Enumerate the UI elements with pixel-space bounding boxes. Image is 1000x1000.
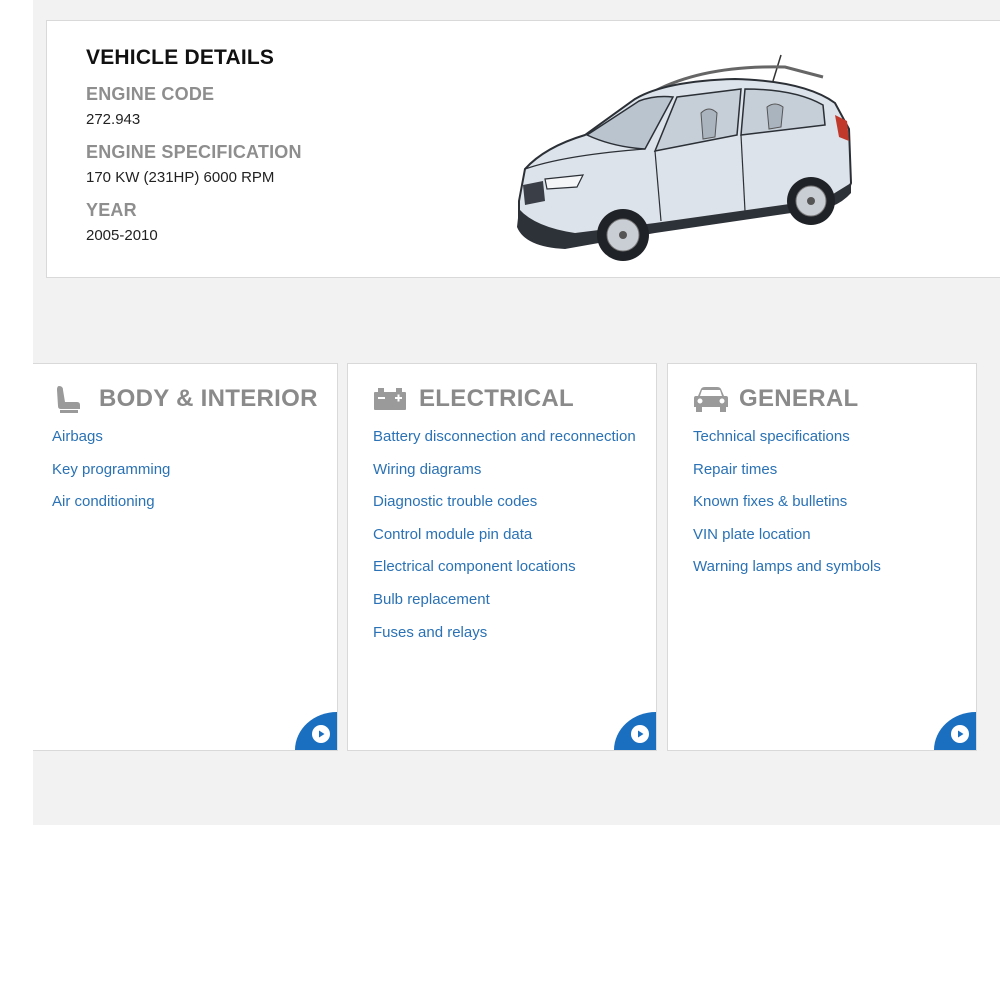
car-icon [693,384,729,414]
year-label: YEAR [86,200,137,220]
vehicle-illustration [517,54,853,261]
play-icon [312,725,330,743]
year-value: 2005-2010 [86,227,158,244]
link-list: Technical specifications Repair times Kn… [693,428,881,591]
link-wiring-diagrams[interactable]: Wiring diagrams [373,461,636,494]
link-fuses-and-relays[interactable]: Fuses and relays [373,624,636,657]
card-title: GENERAL [739,385,859,412]
link-list: Airbags Key programming Air conditioning [52,428,170,526]
link-electrical-component-locations[interactable]: Electrical component locations [373,558,636,591]
link-bulb-replacement[interactable]: Bulb replacement [373,591,636,624]
card-title: ELECTRICAL [419,385,574,412]
engine-code-label: ENGINE CODE [86,84,215,104]
engine-spec-label: ENGINE SPECIFICATION [86,142,302,162]
battery-icon [373,384,409,414]
card-header: BODY & INTERIOR [53,384,318,414]
seat-icon [53,384,89,414]
play-icon [951,725,969,743]
link-diagnostic-trouble-codes[interactable]: Diagnostic trouble codes [373,493,636,526]
vehicle-details-title: VEHICLE DETAILS [86,46,275,69]
card-title: BODY & INTERIOR [99,385,318,412]
vehicle-details-panel: VEHICLE DETAILS ENGINE CODE 272.943 ENGI… [46,20,1000,278]
link-airbags[interactable]: Airbags [52,428,170,461]
link-control-module-pin-data[interactable]: Control module pin data [373,526,636,559]
link-known-fixes-bulletins[interactable]: Known fixes & bulletins [693,493,881,526]
link-repair-times[interactable]: Repair times [693,461,881,494]
card-header: ELECTRICAL [373,384,574,414]
category-card-body-interior: BODY & INTERIOR Airbags Key programming … [33,363,338,751]
engine-spec-value: 170 KW (231HP) 6000 RPM [86,169,275,186]
play-icon [631,725,649,743]
category-card-general: GENERAL Technical specifications Repair … [667,363,977,751]
link-list: Battery disconnection and reconnection W… [373,428,636,656]
link-air-conditioning[interactable]: Air conditioning [52,493,170,526]
open-category-button[interactable] [295,712,337,750]
link-technical-specifications[interactable]: Technical specifications [693,428,881,461]
category-card-electrical: ELECTRICAL Battery disconnection and rec… [347,363,657,751]
link-warning-lamps-symbols[interactable]: Warning lamps and symbols [693,558,881,591]
engine-code-value: 272.943 [86,111,141,128]
link-key-programming[interactable]: Key programming [52,461,170,494]
link-vin-plate-location[interactable]: VIN plate location [693,526,881,559]
card-header: GENERAL [693,384,858,414]
open-category-button[interactable] [934,712,976,750]
link-battery-disconnection[interactable]: Battery disconnection and reconnection [373,428,636,461]
open-category-button[interactable] [614,712,656,750]
